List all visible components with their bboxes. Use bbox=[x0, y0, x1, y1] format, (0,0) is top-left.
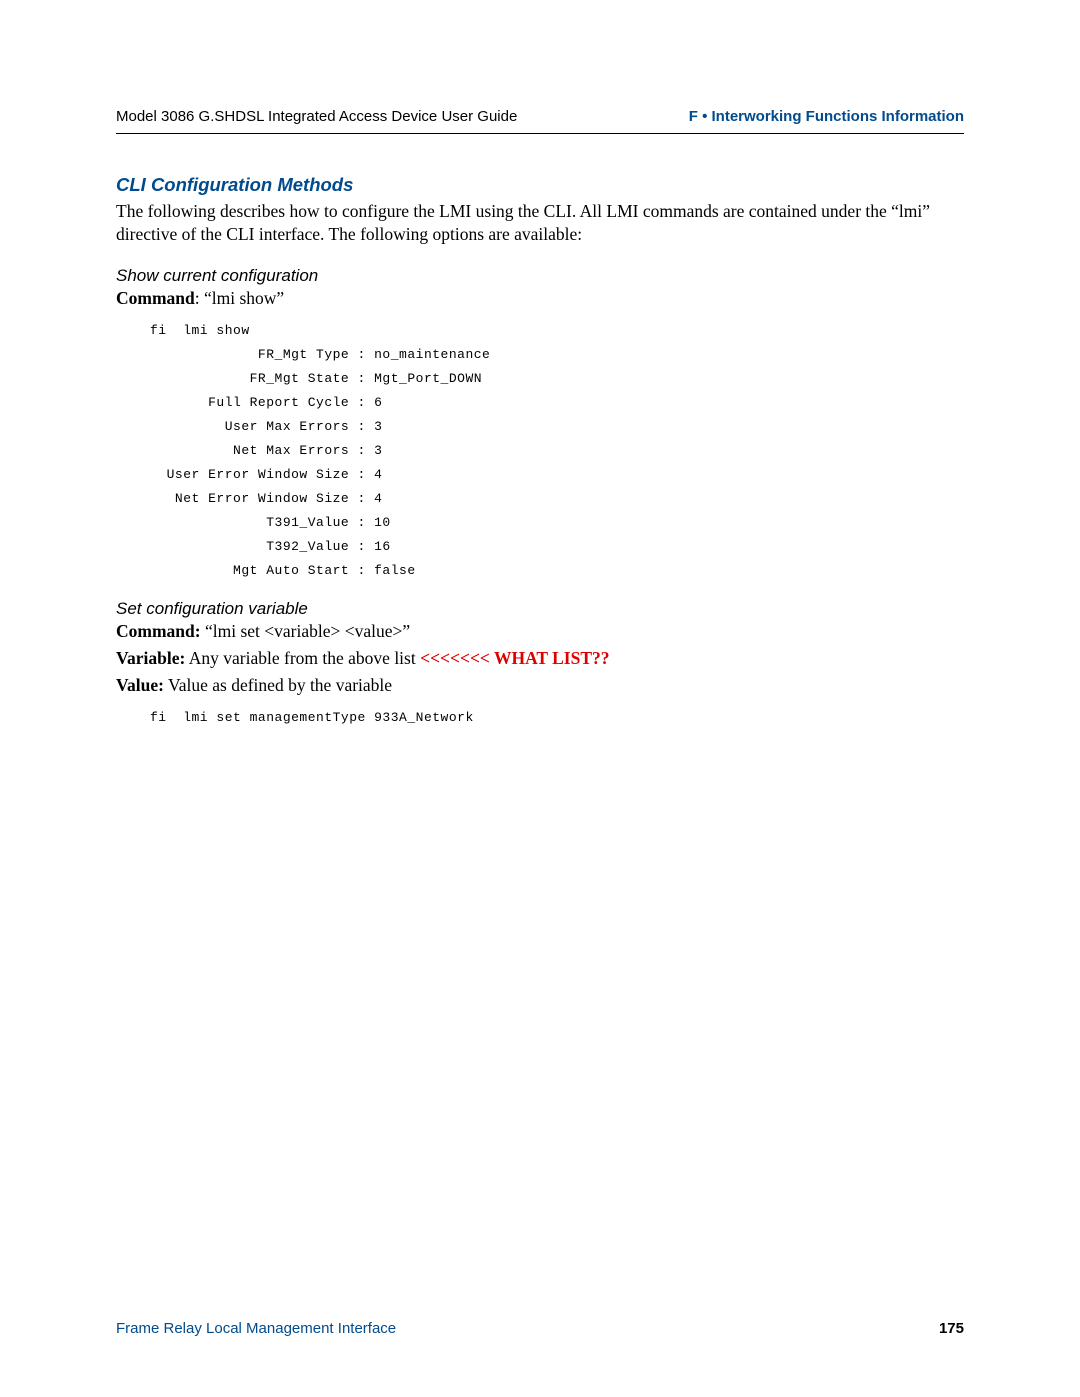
command-label: Command: bbox=[116, 621, 201, 641]
page-header: Model 3086 G.SHDSL Integrated Access Dev… bbox=[116, 108, 964, 125]
command-value: “lmi set <variable> <value>” bbox=[201, 621, 411, 641]
value-line: Value: Value as defined by the variable bbox=[116, 675, 964, 696]
page-number: 175 bbox=[939, 1320, 964, 1337]
command-line-show: Command: “lmi show” bbox=[116, 288, 964, 309]
footer-left-text: Frame Relay Local Management Interface bbox=[116, 1320, 396, 1337]
code-block-show: fi lmi show FR_Mgt Type : no_maintenance… bbox=[150, 319, 964, 584]
subsection-show-config: Show current configuration bbox=[116, 266, 964, 286]
value-value: Value as defined by the variable bbox=[164, 675, 392, 695]
variable-line: Variable: Any variable from the above li… bbox=[116, 648, 964, 669]
code-block-set: fi lmi set managementType 933A_Network bbox=[150, 706, 964, 730]
command-label: Command bbox=[116, 288, 195, 308]
command-value: : “lmi show” bbox=[195, 288, 284, 308]
page-footer: Frame Relay Local Management Interface 1… bbox=[116, 1320, 964, 1337]
header-right-text: F • Interworking Functions Information bbox=[689, 108, 964, 125]
variable-label: Variable: bbox=[116, 648, 185, 668]
section-heading: CLI Configuration Methods bbox=[116, 174, 964, 196]
value-label: Value: bbox=[116, 675, 164, 695]
header-left-text: Model 3086 G.SHDSL Integrated Access Dev… bbox=[116, 108, 517, 125]
variable-value: Any variable from the above list bbox=[185, 648, 420, 668]
header-rule bbox=[116, 133, 964, 134]
document-page: Model 3086 G.SHDSL Integrated Access Dev… bbox=[0, 0, 1080, 1397]
section-intro: The following describes how to configure… bbox=[116, 200, 964, 246]
command-line-set: Command: “lmi set <variable> <value>” bbox=[116, 621, 964, 642]
subsection-set-config: Set configuration variable bbox=[116, 599, 964, 619]
editorial-note: <<<<<<< WHAT LIST?? bbox=[420, 648, 609, 668]
